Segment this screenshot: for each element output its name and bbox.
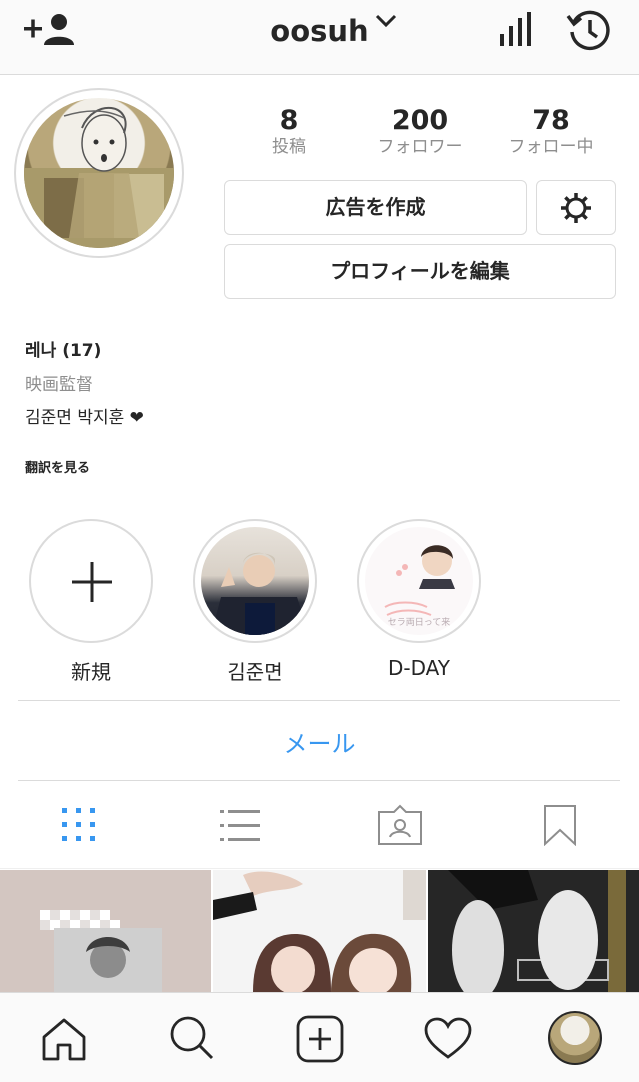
edit-profile-button[interactable]: プロフィールを編集: [224, 244, 616, 299]
divider: [18, 700, 620, 701]
post-thumbnail[interactable]: [213, 870, 426, 992]
stat-followers[interactable]: 200 フォロワー: [360, 106, 480, 158]
grid-icon[interactable]: [62, 808, 96, 842]
profile-category: 映画監督: [25, 375, 93, 395]
username-title: oosuh: [270, 14, 369, 48]
following-label: フォロー中: [508, 137, 594, 157]
archive-history-icon[interactable]: [566, 8, 612, 52]
highlight-cover: [201, 527, 309, 635]
highlight-new[interactable]: [29, 519, 153, 643]
email-contact-button[interactable]: メール: [0, 724, 639, 759]
profile-tab-avatar[interactable]: [548, 1011, 602, 1065]
see-translation-link[interactable]: 翻訳を見る: [25, 457, 90, 476]
highlight-label: 김준면: [227, 660, 283, 684]
highlight-cover: セラ両日って来: [365, 527, 473, 635]
create-ad-button[interactable]: 広告を作成: [224, 180, 527, 235]
saved-icon[interactable]: [543, 804, 577, 846]
settings-button[interactable]: [536, 180, 616, 235]
bottom-nav: [0, 992, 639, 1082]
list-icon[interactable]: [220, 810, 260, 842]
followers-count: 200: [391, 105, 449, 136]
tagged-icon[interactable]: [377, 804, 423, 846]
gear-icon: [561, 193, 591, 223]
stat-posts[interactable]: 8 投稿: [249, 106, 329, 158]
avatar-illustration: [24, 106, 174, 248]
divider: [18, 780, 620, 781]
home-icon[interactable]: [41, 1017, 87, 1061]
highlight-item[interactable]: [193, 519, 317, 643]
followers-label: フォロワー: [377, 137, 463, 157]
highlight-label: 新規: [71, 660, 111, 684]
highlight-label: D-DAY: [387, 656, 450, 680]
post-thumbnail[interactable]: [428, 870, 639, 992]
insights-icon[interactable]: [498, 12, 534, 48]
post-thumbnail[interactable]: [0, 870, 211, 992]
highlight-cover-text: セラ両日って来: [387, 618, 451, 628]
profile-name: 레나 (17): [25, 341, 102, 361]
following-count: 78: [532, 105, 570, 136]
posts-count: 8: [279, 105, 299, 136]
highlight-item[interactable]: セラ両日って来: [357, 519, 481, 643]
divider: [0, 868, 639, 869]
posts-label: 投稿: [272, 137, 306, 157]
stat-following[interactable]: 78 フォロー中: [496, 106, 606, 158]
chevron-down-icon: [375, 14, 396, 28]
activity-heart-icon[interactable]: [424, 1017, 472, 1059]
plus-icon: [72, 562, 112, 602]
top-bar: oosuh: [0, 0, 639, 75]
new-post-icon[interactable]: [296, 1015, 344, 1063]
profile-avatar[interactable]: [24, 98, 174, 248]
account-switcher[interactable]: oosuh: [0, 14, 639, 48]
search-icon[interactable]: [169, 1015, 215, 1061]
profile-bio: 김준면 박지훈 ❤: [25, 408, 144, 428]
